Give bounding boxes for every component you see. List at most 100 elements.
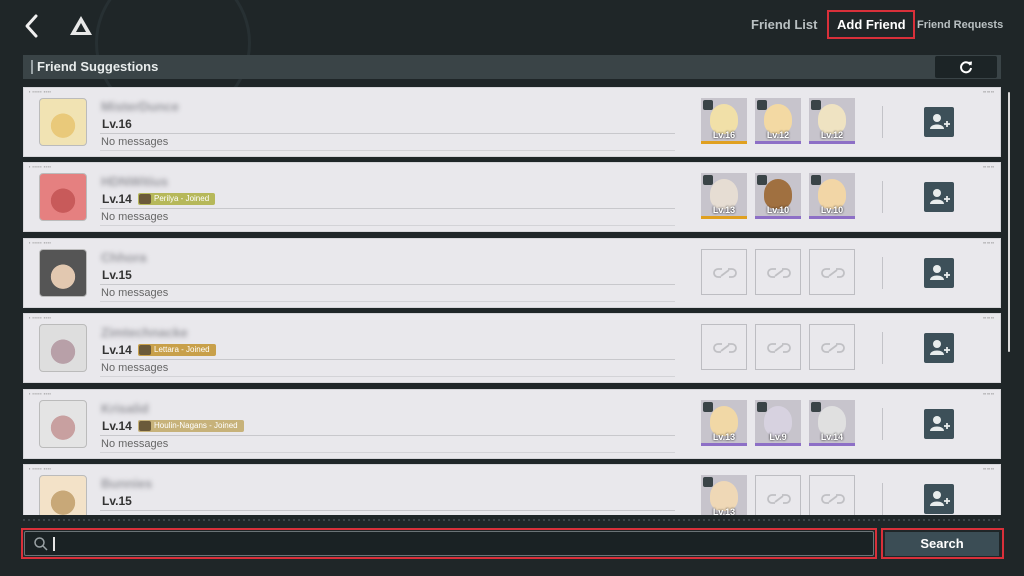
element-icon: [811, 100, 821, 110]
row-corner-text: ▪▪ ▪▪ ▪▪: [983, 466, 994, 471]
text-cursor: [53, 537, 55, 551]
player-level: Lv.15: [102, 268, 132, 282]
character-level: Lv.13: [712, 507, 736, 515]
add-friend-icon: [930, 340, 950, 355]
back-arrow-icon[interactable]: [20, 12, 44, 40]
tab-friend-requests[interactable]: Friend Requests: [917, 19, 1003, 31]
add-friend-icon: [930, 491, 950, 506]
player-name: Chhora: [101, 250, 147, 265]
row-corner-text: ▪▪ ▪▪ ▪▪: [983, 240, 994, 245]
player-avatar[interactable]: [39, 173, 87, 221]
character-level: Lv.10: [820, 205, 844, 215]
element-icon: [757, 175, 767, 185]
add-friend-button[interactable]: [924, 258, 954, 288]
support-character-slot[interactable]: Lv.10: [755, 173, 801, 219]
add-friend-button[interactable]: [924, 409, 954, 439]
add-friend-icon: [930, 189, 950, 204]
empty-character-slot: [701, 324, 747, 370]
link-icon: [713, 268, 737, 278]
message-underline: [100, 301, 675, 302]
badge-icon: [139, 345, 151, 355]
level-underline: [100, 133, 675, 134]
friend-row: ▪ ▪▪▪▪▪ ▪▪▪▪ ▪▪ ▪▪ ▪▪ Zimtechnacke Lv.14 Let…: [23, 313, 1001, 383]
add-friend-button[interactable]: [924, 484, 954, 514]
badge-icon: [139, 194, 151, 204]
element-icon: [757, 402, 767, 412]
message-underline: [100, 376, 675, 377]
add-friend-button[interactable]: [924, 182, 954, 212]
player-message: No messages: [101, 287, 169, 299]
player-avatar[interactable]: [39, 324, 87, 372]
player-avatar[interactable]: [39, 249, 87, 297]
add-friend-button[interactable]: [924, 333, 954, 363]
add-friend-icon: [930, 265, 950, 280]
player-level: Lv.15: [102, 494, 132, 508]
add-friend-icon: [930, 416, 950, 431]
level-underline: [100, 435, 675, 436]
support-character-slot[interactable]: Lv.12: [755, 98, 801, 144]
friend-row: ▪ ▪▪▪▪▪ ▪▪▪▪ ▪▪ ▪▪ ▪▪ Krisalid Lv.14 Houlin-…: [23, 389, 1001, 459]
element-icon: [703, 100, 713, 110]
row-divider: [882, 483, 883, 515]
joined-badge: Perilya - Joined: [138, 193, 216, 205]
badge-text: Lettara - Joined: [154, 345, 210, 354]
row-serial-text: ▪ ▪▪▪▪▪ ▪▪▪▪: [29, 164, 52, 169]
link-icon: [821, 494, 845, 504]
support-character-slot[interactable]: Lv.13: [701, 475, 747, 515]
support-character-slot[interactable]: Lv.16: [701, 98, 747, 144]
section-header: Friend Suggestions: [23, 55, 1001, 79]
tab-friend-list[interactable]: Friend List: [751, 17, 817, 32]
element-icon: [703, 175, 713, 185]
dotted-divider: [23, 519, 1001, 521]
player-name: Zimtechnacke: [101, 325, 188, 340]
badge-icon: [139, 421, 151, 431]
refresh-button[interactable]: [935, 56, 997, 78]
support-character-slot[interactable]: Lv.14: [809, 400, 855, 446]
player-avatar[interactable]: [39, 400, 87, 448]
refresh-icon: [960, 61, 972, 74]
player-message: No messages: [101, 211, 169, 223]
player-avatar[interactable]: [39, 98, 87, 146]
support-character-slot[interactable]: Lv.9: [755, 400, 801, 446]
element-icon: [811, 402, 821, 412]
support-character-slot[interactable]: Lv.13: [701, 400, 747, 446]
player-avatar[interactable]: [39, 475, 87, 515]
element-icon: [811, 175, 821, 185]
link-icon: [821, 268, 845, 278]
character-level: Lv.9: [769, 432, 787, 442]
search-input[interactable]: [24, 531, 874, 556]
player-name: MisterDunce: [101, 99, 180, 114]
player-name: Krisalid: [101, 401, 149, 416]
support-character-slot[interactable]: Lv.13: [701, 173, 747, 219]
scrollbar[interactable]: [1008, 92, 1010, 352]
row-serial-text: ▪ ▪▪▪▪▪ ▪▪▪▪: [29, 89, 52, 94]
tab-add-friend[interactable]: Add Friend: [837, 17, 906, 32]
search-icon: [34, 537, 48, 551]
empty-character-slot: [755, 475, 801, 515]
message-underline: [100, 452, 675, 453]
row-serial-text: ▪ ▪▪▪▪▪ ▪▪▪▪: [29, 315, 52, 320]
row-serial-text: ▪ ▪▪▪▪▪ ▪▪▪▪: [29, 240, 52, 245]
support-character-slot[interactable]: Lv.10: [809, 173, 855, 219]
friend-row: ▪ ▪▪▪▪▪ ▪▪▪▪ ▪▪ ▪▪ ▪▪ HDNWitius Lv.14 Perily…: [23, 162, 1001, 232]
player-name: HDNWitius: [101, 174, 169, 189]
element-icon: [703, 477, 713, 487]
row-divider: [882, 408, 883, 440]
badge-text: Perilya - Joined: [154, 194, 210, 203]
player-level: Lv.14: [102, 419, 132, 433]
link-icon: [767, 343, 791, 353]
support-character-slot[interactable]: Lv.12: [809, 98, 855, 144]
row-divider: [882, 106, 883, 138]
link-icon: [821, 343, 845, 353]
character-level: Lv.13: [712, 205, 736, 215]
friend-suggestion-list[interactable]: ▪ ▪▪▪▪▪ ▪▪▪▪ ▪▪ ▪▪ ▪▪ MisterDunce Lv.16 No m…: [23, 87, 1001, 515]
level-underline: [100, 359, 675, 360]
badge-text: Houlin-Nagans - Joined: [154, 421, 238, 430]
empty-character-slot: [755, 324, 801, 370]
player-message: No messages: [101, 136, 169, 148]
add-friend-button[interactable]: [924, 107, 954, 137]
link-icon: [767, 494, 791, 504]
friend-row: ▪ ▪▪▪▪▪ ▪▪▪▪ ▪▪ ▪▪ ▪▪ MisterDunce Lv.16 No m…: [23, 87, 1001, 157]
triangle-logo-icon: [70, 16, 92, 35]
search-button[interactable]: Search: [885, 532, 999, 556]
